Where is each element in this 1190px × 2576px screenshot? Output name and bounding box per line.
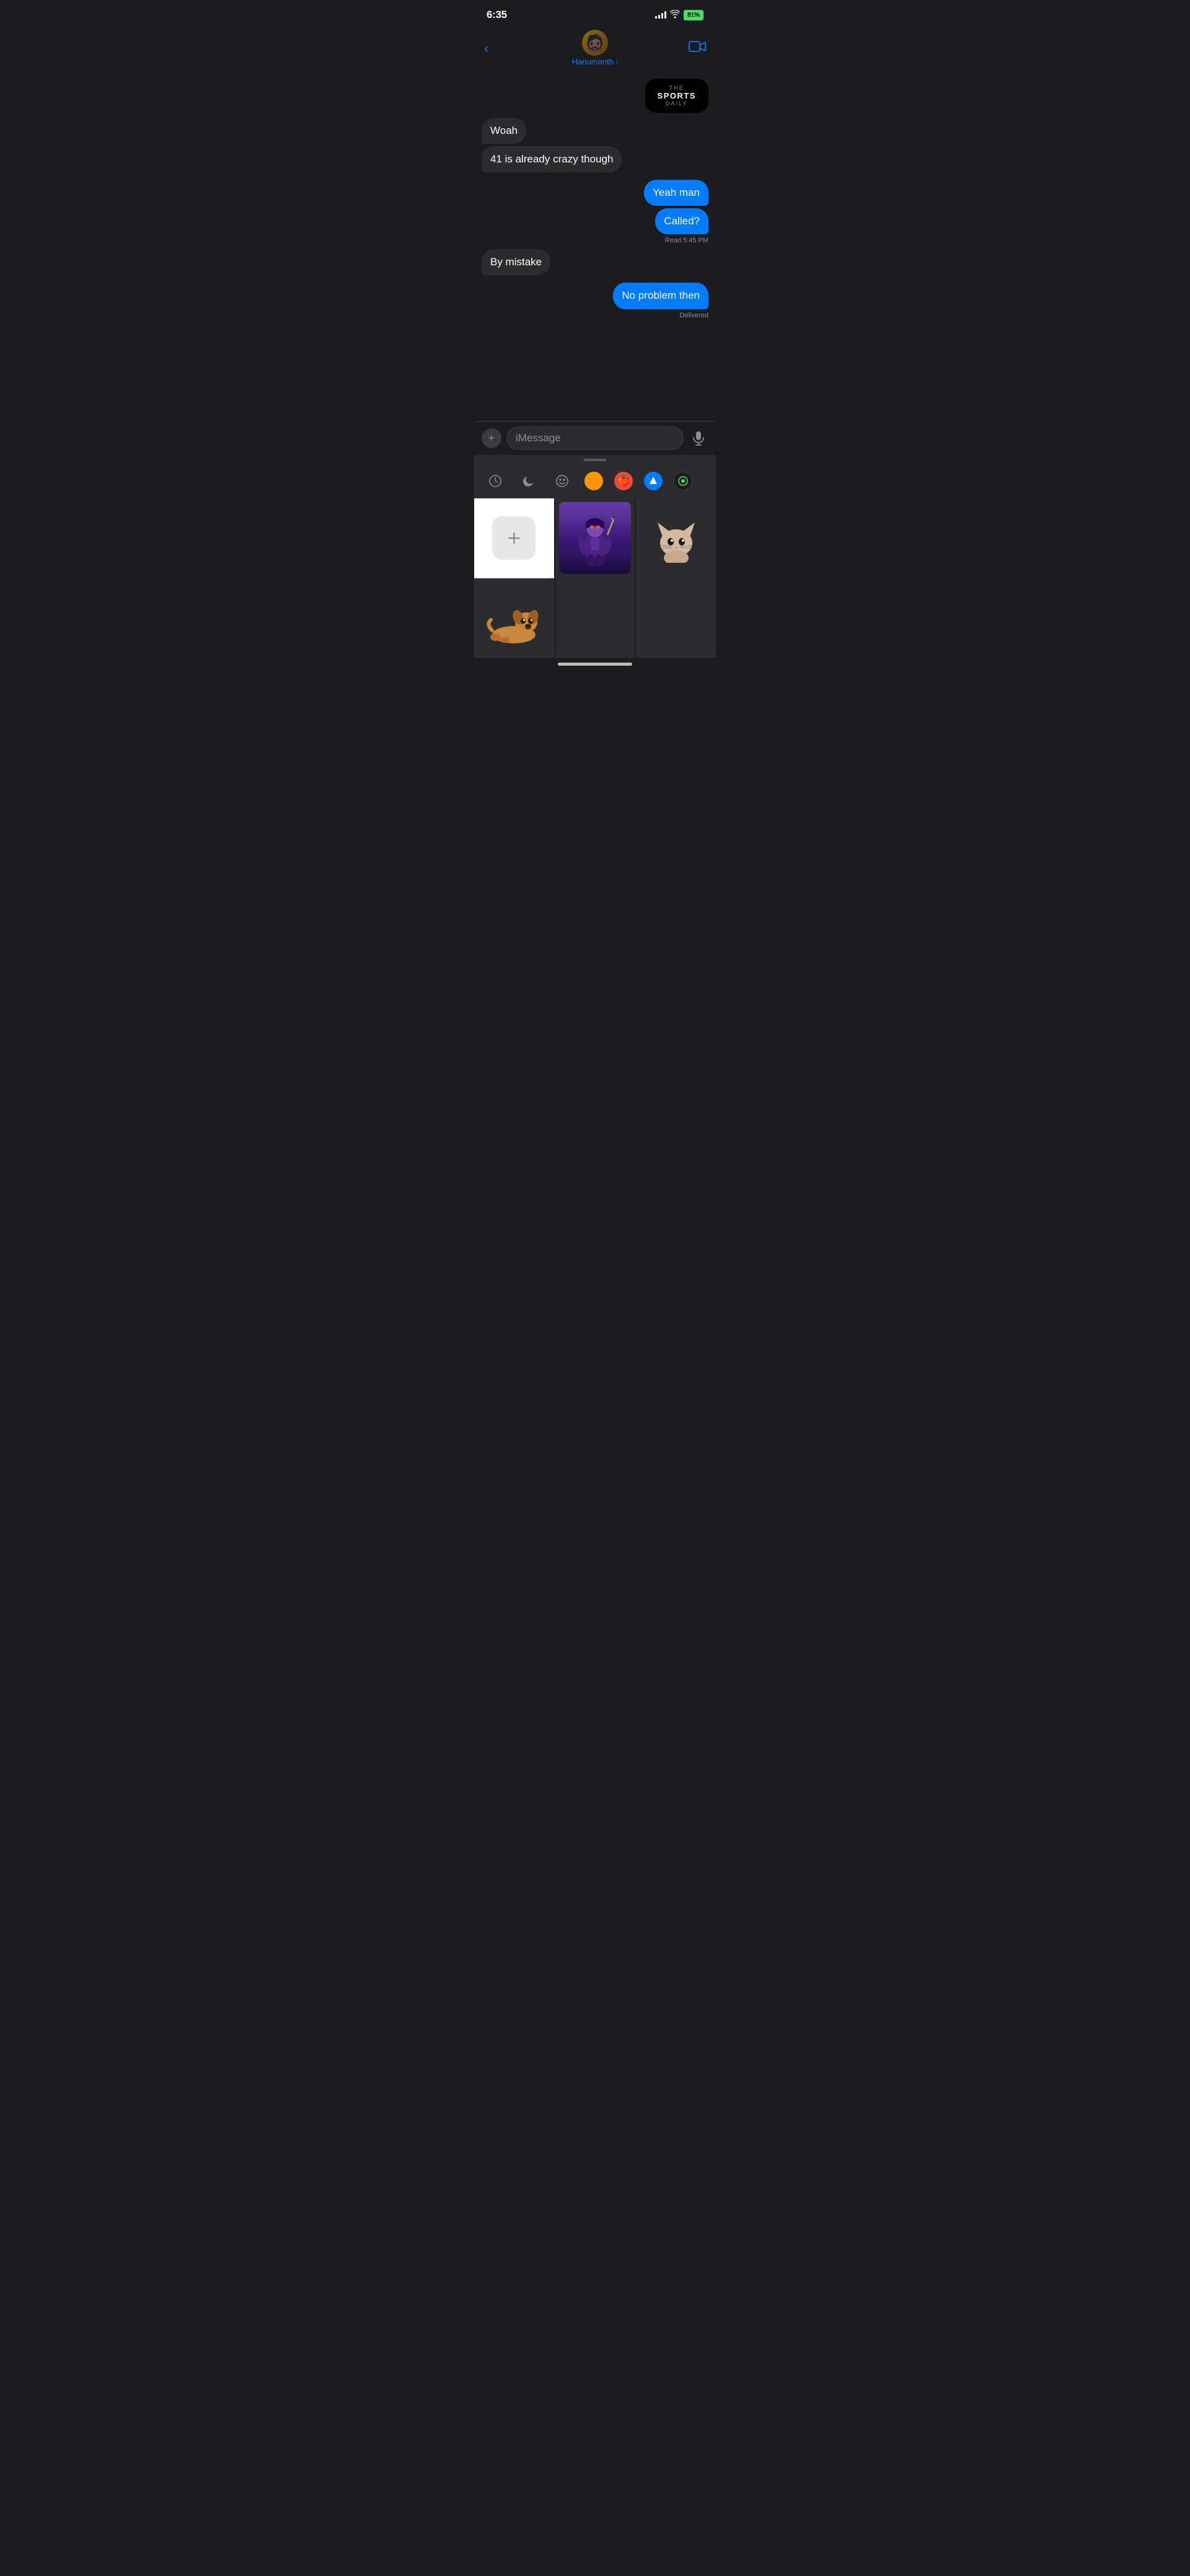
message-bubble-sent: Yeah man [644,180,708,206]
status-time: 6:35 [487,9,507,21]
sticker-tab-recents[interactable] [484,470,506,492]
sticker-grid-row2 [474,578,716,658]
status-icons: 81% [655,10,703,20]
sticker-tray: 🍎 + [474,464,716,658]
voice-input-button[interactable] [689,428,708,448]
wifi-icon [670,10,680,20]
sticker-tab-moon[interactable] [518,470,540,492]
sticker-empty-2 [636,578,716,658]
message-bubble-received: 41 is already crazy though [482,146,622,172]
message-row: No problem then [482,283,708,309]
add-sticker-button[interactable]: + [474,498,554,578]
sticker-tab-orange[interactable] [584,472,603,490]
video-call-button[interactable] [684,40,706,57]
read-receipt: Read 5:45 PM [482,237,708,244]
chat-area: THE SPORTS DAILY Woah 41 is already craz… [474,74,716,421]
add-attachment-button[interactable]: + [482,428,501,448]
signal-icon [655,11,666,19]
sports-banner-bubble: THE SPORTS DAILY [645,79,708,113]
sports-banner-row: THE SPORTS DAILY [482,79,708,113]
message-bubble-sent: No problem then [613,283,708,309]
sticker-tab-appstore[interactable] [644,472,663,490]
sticker-item-warrior[interactable] [555,498,635,578]
message-row: Woah [482,118,708,144]
message-bubble-received: Woah [482,118,526,144]
sticker-tab-fruit[interactable]: 🍎 [614,472,633,490]
drag-indicator [474,455,716,464]
contact-info[interactable]: 🧔🏿 Hanumanth › [572,30,619,66]
sticker-grid: + [474,498,716,578]
delivered-receipt: Delivered [482,312,708,319]
message-input[interactable]: iMessage [506,426,684,450]
message-row: Called? [482,208,708,234]
message-row: By mistake [482,249,708,275]
input-bar: + iMessage [474,421,716,455]
message-bubble-received: By mistake [482,249,550,275]
contact-name: Hanumanth › [572,57,619,66]
sticker-item-dog[interactable] [474,578,554,658]
home-indicator [558,663,632,666]
bottom-bar [474,658,716,678]
status-bar: 6:35 81% [474,0,716,26]
sticker-tab-emoji[interactable] [551,470,573,492]
sticker-empty-1 [555,578,635,658]
message-row: Yeah man [482,180,708,206]
message-row: 41 is already crazy though [482,146,708,172]
sticker-tab-row: 🍎 [474,470,716,498]
message-bubble-sent: Called? [655,208,708,234]
battery-icon: 81% [684,10,703,20]
sticker-item-cat[interactable] [636,498,716,578]
nav-header: ‹ 🧔🏿 Hanumanth › [474,26,716,74]
sticker-tab-circle[interactable] [674,472,692,490]
back-button[interactable]: ‹ [484,40,506,56]
avatar: 🧔🏿 [582,30,608,56]
